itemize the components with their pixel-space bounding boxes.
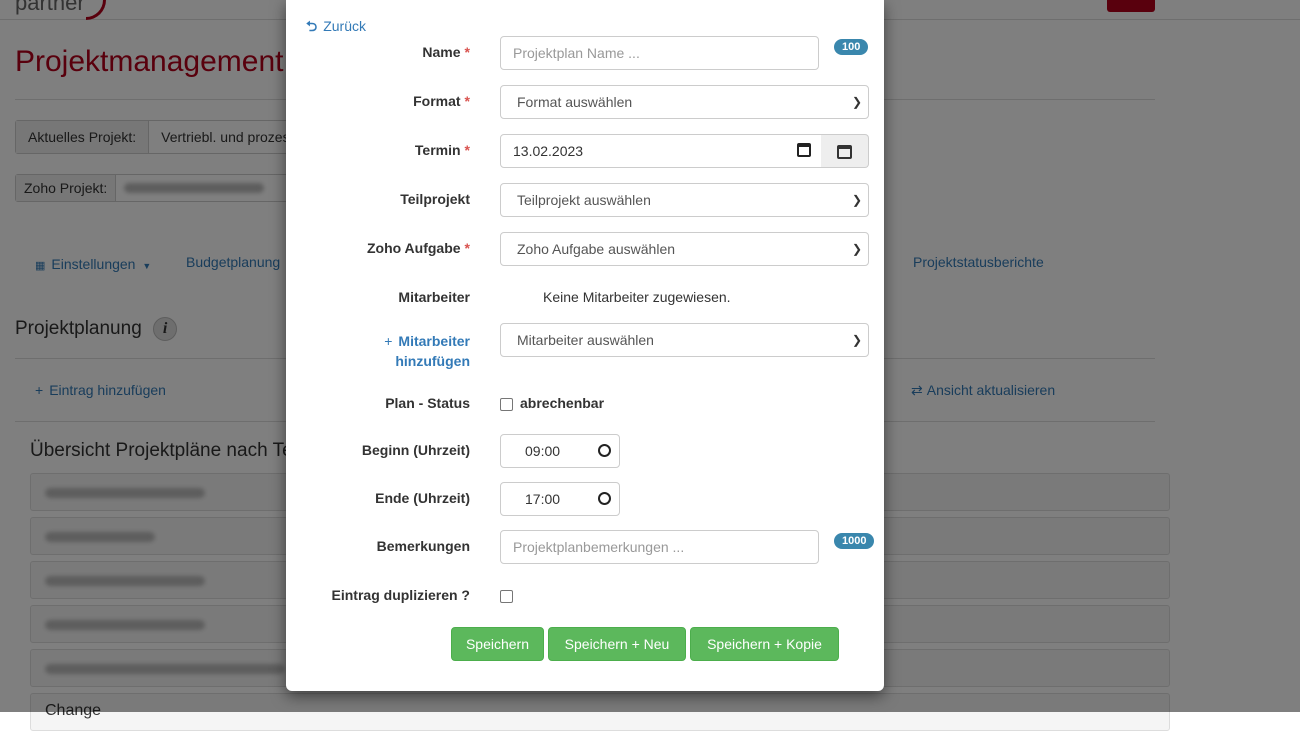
bemerkungen-label: Bemerkungen [376, 538, 470, 554]
chevron-down-icon: ❯ [851, 193, 862, 207]
add-mitarbeiter-label-1: Mitarbeiter [398, 333, 470, 349]
format-select-value: Format auswählen [517, 94, 633, 110]
clock-icon [598, 444, 611, 457]
clock-icon [598, 492, 611, 505]
duplizieren-checkbox[interactable] [500, 590, 513, 603]
name-label: Name * [422, 44, 470, 60]
ende-time-input[interactable]: 17:00 [500, 482, 620, 516]
ende-label: Ende (Uhrzeit) [375, 490, 470, 506]
entry-modal: ⮌ Zurück Name * Projektplan Name ... 100 F… [286, 0, 884, 691]
chevron-down-icon: ❯ [851, 95, 862, 109]
calendar-small-icon [797, 143, 811, 157]
chevron-down-icon: ❯ [851, 242, 862, 256]
zoho-aufgabe-select-value: Zoho Aufgabe auswählen [517, 241, 676, 257]
mitarbeiter-value: Keine Mitarbeiter zugewiesen. [543, 289, 731, 305]
back-link[interactable]: ⮌ Zurück [306, 16, 366, 40]
teilprojekt-label: Teilprojekt [400, 191, 470, 207]
save-button[interactable]: Speichern [451, 627, 544, 661]
bemerkungen-char-counter: 1000 [834, 533, 875, 549]
format-label: Format * [413, 93, 470, 109]
beginn-label: Beginn (Uhrzeit) [361, 442, 470, 458]
calendar-icon [837, 145, 852, 159]
beginn-time-input[interactable]: 09:00 [500, 434, 620, 468]
format-select[interactable]: Format auswählen ❯ [500, 85, 869, 119]
duplizieren-label: Eintrag duplizieren ? [331, 587, 470, 603]
save-new-button[interactable]: Speichern + Neu [548, 627, 686, 661]
plus-icon: + [384, 333, 393, 349]
back-label: Zurück [323, 18, 367, 34]
abrechenbar-label: abrechenbar [520, 395, 605, 411]
zoho-aufgabe-select[interactable]: Zoho Aufgabe auswählen ❯ [500, 232, 869, 266]
chevron-down-icon: ❯ [851, 333, 862, 347]
name-char-counter: 100 [834, 39, 869, 55]
name-input[interactable]: Projektplan Name ... [500, 36, 819, 70]
teilprojekt-select-value: Teilprojekt auswählen [517, 192, 651, 208]
add-mitarbeiter-label-2: hinzufügen [395, 353, 470, 369]
ende-value: 17:00 [525, 491, 561, 507]
termin-label: Termin * [414, 142, 470, 158]
zoho-aufgabe-label: Zoho Aufgabe * [366, 240, 470, 256]
mitarbeiter-select-value: Mitarbeiter auswählen [517, 332, 654, 348]
teilprojekt-select[interactable]: Teilprojekt auswählen ❯ [500, 183, 869, 217]
beginn-value: 09:00 [525, 443, 561, 459]
calendar-button[interactable] [821, 134, 869, 168]
termin-date-input[interactable]: 13.02.2023 [500, 134, 822, 168]
plan-status-label: Plan - Status [385, 395, 470, 411]
save-copy-button[interactable]: Speichern + Kopie [690, 627, 839, 661]
abrechenbar-checkbox[interactable] [500, 398, 513, 411]
bemerkungen-input[interactable]: Projektplanbemerkungen ... [500, 530, 819, 564]
mitarbeiter-select[interactable]: Mitarbeiter auswählen ❯ [500, 323, 869, 357]
mitarbeiter-label: Mitarbeiter [398, 289, 470, 305]
termin-value: 13.02.2023 [513, 143, 584, 159]
add-mitarbeiter-link[interactable]: + Mitarbeiter hinzufügen [384, 331, 470, 371]
return-icon: ⮌ [306, 18, 318, 34]
